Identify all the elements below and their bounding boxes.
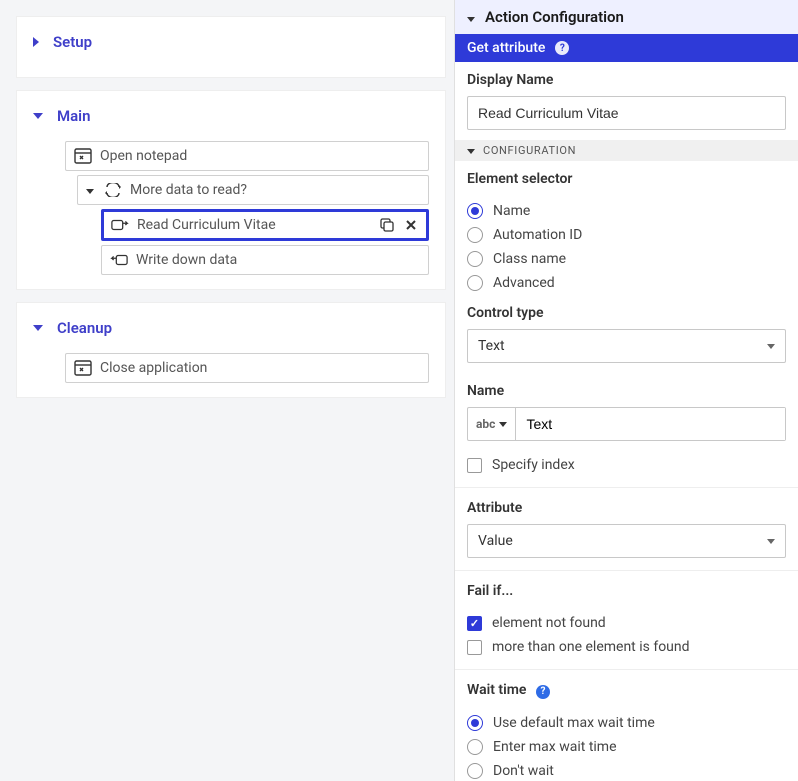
fail-if-label: Fail if... xyxy=(467,583,786,599)
check-label: element not found xyxy=(492,615,606,631)
step-close-app[interactable]: Close application xyxy=(65,353,429,383)
section-main: Main Open notepad More data to read? Rea… xyxy=(16,90,446,290)
loop-more-data[interactable]: More data to read? xyxy=(77,175,429,205)
caret-down-icon xyxy=(467,144,475,157)
element-selector-group: Element selector xyxy=(455,161,798,199)
radio-icon xyxy=(467,275,483,291)
display-name-label: Display Name xyxy=(467,72,786,88)
configuration-subheader-text: CONFIGURATION xyxy=(483,144,576,157)
write-icon xyxy=(110,252,128,268)
radio-label: Advanced xyxy=(493,275,555,291)
check-element-not-found[interactable]: element not found xyxy=(455,611,798,635)
checkbox-icon xyxy=(467,616,482,631)
checkbox-icon xyxy=(467,640,482,655)
action-type-bar: Get attribute ? xyxy=(455,34,798,62)
checkbox-icon xyxy=(467,458,482,473)
section-cleanup-title: Cleanup xyxy=(57,319,112,337)
check-specify-index[interactable]: Specify index xyxy=(455,451,798,485)
name-field-group: Name abc xyxy=(455,373,798,451)
radio-automation-id[interactable]: Automation ID xyxy=(455,223,798,247)
radio-wait-default[interactable]: Use default max wait time xyxy=(455,711,798,735)
step-label: Close application xyxy=(100,360,420,376)
section-cleanup: Cleanup Close application xyxy=(16,302,446,398)
check-more-than-one[interactable]: more than one element is found xyxy=(455,635,798,667)
control-type-select[interactable]: Text xyxy=(467,329,786,363)
radio-label: Don't wait xyxy=(493,763,554,779)
name-field-label: Name xyxy=(467,383,786,399)
step-label: Read Curriculum Vitae xyxy=(137,217,379,233)
window-close-icon xyxy=(74,148,92,164)
action-type-label: Get attribute xyxy=(467,40,545,56)
radio-icon xyxy=(467,715,483,731)
action-configuration-panel: Action Configuration Get attribute ? Dis… xyxy=(454,0,798,781)
step-open-notepad[interactable]: Open notepad xyxy=(65,141,429,171)
radio-label: Enter max wait time xyxy=(493,739,617,755)
check-label: Specify index xyxy=(492,457,575,473)
radio-wait-enter[interactable]: Enter max wait time xyxy=(455,735,798,759)
radio-icon xyxy=(467,227,483,243)
copy-icon[interactable] xyxy=(379,217,395,233)
radio-icon xyxy=(467,251,483,267)
chevron-down-icon xyxy=(499,422,507,427)
step-label: Write down data xyxy=(136,252,420,268)
caret-down-icon xyxy=(86,182,94,198)
chevron-down-icon xyxy=(767,539,775,544)
radio-label: Class name xyxy=(493,251,566,267)
check-label: more than one element is found xyxy=(492,639,690,655)
section-setup-title: Setup xyxy=(53,33,92,51)
radio-name[interactable]: Name xyxy=(455,199,798,223)
display-name-input[interactable] xyxy=(467,96,786,130)
loop-icon xyxy=(104,183,122,197)
wait-time-label: Wait time ? xyxy=(467,682,786,699)
wait-time-group: Wait time ? xyxy=(455,672,798,711)
section-setup-header[interactable]: Setup xyxy=(17,17,445,67)
display-name-group: Display Name xyxy=(455,62,798,140)
section-cleanup-header[interactable]: Cleanup xyxy=(17,303,445,349)
caret-down-icon xyxy=(467,8,475,26)
panel-title[interactable]: Action Configuration xyxy=(455,0,798,34)
radio-class-name[interactable]: Class name xyxy=(455,247,798,271)
section-setup: Setup xyxy=(16,16,446,78)
name-field-type-toggle[interactable]: abc xyxy=(468,408,516,440)
loop-label: More data to read? xyxy=(130,182,420,198)
radio-icon xyxy=(467,203,483,219)
caret-down-icon xyxy=(33,113,43,119)
radio-label: Automation ID xyxy=(493,227,582,243)
radio-icon xyxy=(467,739,483,755)
step-label: Open notepad xyxy=(100,148,420,164)
attribute-label: Attribute xyxy=(467,500,786,516)
help-icon[interactable]: ? xyxy=(555,41,569,55)
radio-label: Use default max wait time xyxy=(493,715,655,731)
radio-icon xyxy=(467,763,483,779)
radio-advanced[interactable]: Advanced xyxy=(455,271,798,295)
attribute-group: Attribute Value xyxy=(455,490,798,568)
control-type-group: Control type Text xyxy=(455,295,798,373)
chevron-down-icon xyxy=(767,344,775,349)
configuration-subheader[interactable]: CONFIGURATION xyxy=(455,140,798,161)
workflow-tree-panel: Setup Main Open notepad More data to rea… xyxy=(0,0,454,781)
section-main-header[interactable]: Main xyxy=(17,91,445,137)
read-icon xyxy=(111,217,129,233)
radio-wait-dont[interactable]: Don't wait xyxy=(455,759,798,781)
name-field-input[interactable] xyxy=(516,408,785,440)
caret-right-icon xyxy=(33,37,39,47)
name-field-prefix-text: abc xyxy=(476,417,495,431)
radio-label: Name xyxy=(493,203,530,219)
fail-if-group: Fail if... xyxy=(455,573,798,611)
window-close-icon xyxy=(74,360,92,376)
attribute-value: Value xyxy=(478,533,513,549)
control-type-label: Control type xyxy=(467,305,786,321)
step-read-cv[interactable]: Read Curriculum Vitae xyxy=(101,209,429,241)
section-main-title: Main xyxy=(57,107,90,125)
caret-down-icon xyxy=(33,325,43,331)
delete-icon[interactable] xyxy=(403,217,419,233)
panel-title-text: Action Configuration xyxy=(485,8,624,26)
help-icon[interactable]: ? xyxy=(536,685,550,699)
step-write-down[interactable]: Write down data xyxy=(101,245,429,275)
attribute-select[interactable]: Value xyxy=(467,524,786,558)
element-selector-label: Element selector xyxy=(467,171,786,187)
control-type-value: Text xyxy=(478,338,505,354)
